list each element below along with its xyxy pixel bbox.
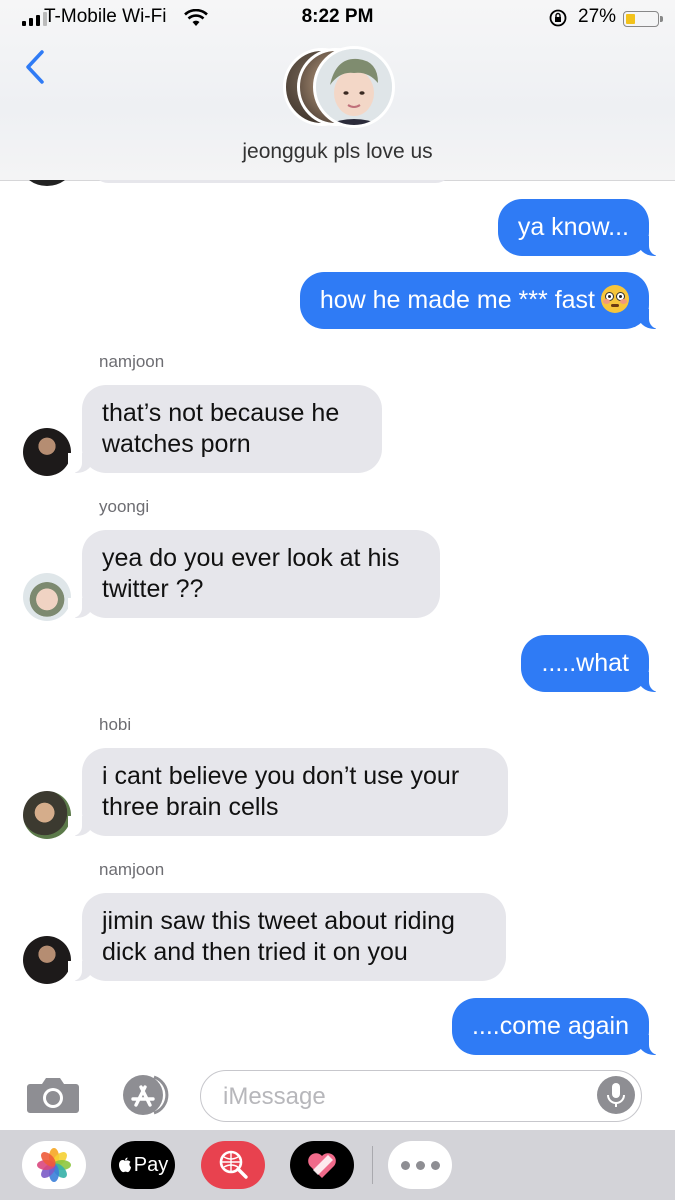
message-bubble-incoming[interactable]: i cant believe you don’t use your three … xyxy=(68,748,508,836)
message-list[interactable]: ya know... how he made me *** fast namjo… xyxy=(0,180,675,1060)
group-avatar-stack[interactable] xyxy=(283,46,395,128)
message-bubble-outgoing[interactable]: .....what xyxy=(521,635,663,692)
message-bubble-incoming[interactable]: jimin saw this tweet about riding dick a… xyxy=(68,893,506,981)
avatar[interactable] xyxy=(23,936,71,984)
avatar xyxy=(313,46,395,128)
message-input-placeholder: iMessage xyxy=(223,1083,326,1110)
message-bubble-incoming[interactable]: yea do you ever look at his twitter ?? xyxy=(68,530,440,618)
sender-name: hobi xyxy=(99,715,132,734)
apple-pay-app-icon[interactable]: Pay xyxy=(111,1141,175,1189)
message-bubble-outgoing[interactable]: ....come again xyxy=(451,998,664,1055)
battery-percent: 27% xyxy=(578,6,617,27)
message-bubble-outgoing[interactable]: ya know... xyxy=(497,199,664,256)
heart-sticker-app-icon[interactable] xyxy=(290,1141,354,1189)
sender-name: namjoon xyxy=(99,352,165,371)
microphone-icon[interactable] xyxy=(597,1076,635,1114)
image-search-app-icon[interactable] xyxy=(201,1141,265,1189)
avatar[interactable] xyxy=(23,791,71,839)
conversation-header: T-Mobile Wi-Fi 8:22 PM 27% jeongguk pls … xyxy=(0,0,675,181)
avatar[interactable] xyxy=(23,428,71,476)
app-store-icon[interactable] xyxy=(114,1074,172,1116)
message-bubble-incoming[interactable]: that’s not because he watches porn xyxy=(68,385,382,473)
camera-icon[interactable] xyxy=(26,1076,80,1114)
photos-app-icon[interactable] xyxy=(22,1141,86,1189)
avatar[interactable] xyxy=(23,573,71,621)
sender-name: yoongi xyxy=(99,497,150,516)
divider xyxy=(372,1146,373,1184)
compose-bar: iMessage xyxy=(0,1060,675,1130)
app-drawer: Pay xyxy=(0,1130,675,1200)
flushed-face-icon xyxy=(601,285,629,313)
sender-name: namjoon xyxy=(99,860,165,879)
chevron-left-icon[interactable] xyxy=(20,48,50,86)
avatar xyxy=(23,180,71,186)
message-input[interactable]: iMessage xyxy=(200,1070,642,1122)
clock: 8:22 PM xyxy=(301,6,374,27)
message-bubble-outgoing[interactable]: how he made me *** fast xyxy=(299,272,664,329)
apple-pay-label: Pay xyxy=(133,1153,169,1176)
battery-icon xyxy=(623,11,663,27)
group-name[interactable]: jeongguk pls love us xyxy=(0,140,675,164)
status-bar: T-Mobile Wi-Fi 8:22 PM 27% xyxy=(0,6,675,30)
message-bubble-incoming[interactable] xyxy=(92,180,452,183)
more-apps-icon[interactable] xyxy=(388,1141,452,1189)
rotation-lock-icon xyxy=(549,9,567,27)
